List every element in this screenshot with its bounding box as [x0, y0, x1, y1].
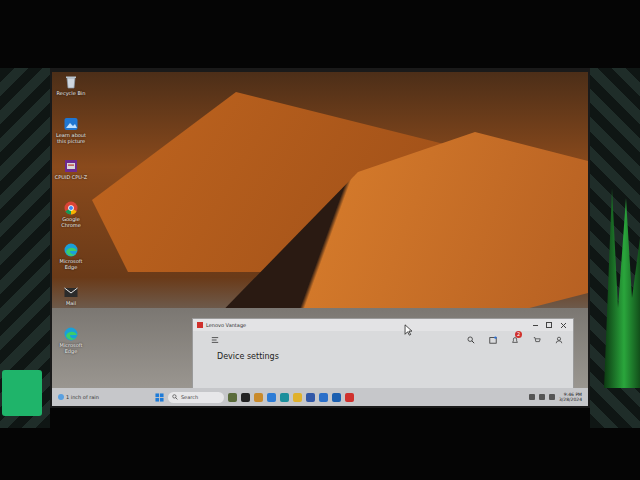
cpuz-icon: [63, 158, 79, 174]
desktop-icon[interactable]: Mail: [54, 284, 88, 322]
rain-icon: [58, 394, 64, 400]
clock[interactable]: 9:46 PM3/28/2024: [559, 392, 582, 403]
page-heading: Device settings: [193, 349, 573, 364]
windows-start-icon[interactable]: [155, 393, 164, 402]
desktop-icon[interactable]: Microsoft Edge: [54, 326, 88, 364]
search-icon[interactable]: [467, 336, 475, 344]
mouse-cursor-icon: [404, 324, 413, 336]
edge-icon: [63, 242, 79, 258]
taskbar-app-icon[interactable]: [345, 393, 354, 402]
desktop-icon[interactable]: Google Chrome: [54, 200, 88, 238]
mail-icon: [63, 284, 79, 300]
search-icon: [172, 394, 178, 400]
taskbar-app-icon[interactable]: [280, 393, 289, 402]
user-icon[interactable]: [555, 336, 563, 344]
taskbar-app-icon[interactable]: [293, 393, 302, 402]
tray-icon[interactable]: [529, 394, 535, 400]
title-bar[interactable]: Lenovo Vantage: [193, 319, 573, 331]
taskbar-app-icon[interactable]: [319, 393, 328, 402]
laptop-screen: Recycle Bin Learn about this picture CPUID…: [50, 68, 590, 408]
taskbar-app-icon[interactable]: [332, 393, 341, 402]
calendar-icon[interactable]: [489, 336, 497, 344]
taskbar-app-icon[interactable]: [267, 393, 276, 402]
taskbar: 1 inch of rain Search 9:46 PM3/28/2024: [52, 388, 588, 406]
battery-icon[interactable]: [549, 394, 555, 400]
taskbar-search[interactable]: Search: [168, 392, 224, 403]
lenovo-logo-icon: [197, 322, 203, 328]
maximize-icon[interactable]: [543, 321, 555, 329]
system-tray: 9:46 PM3/28/2024: [529, 392, 582, 403]
cart-icon[interactable]: [533, 336, 541, 344]
taskbar-app-icon[interactable]: [241, 393, 250, 402]
chrome-icon: [63, 200, 79, 216]
recycle-icon: [63, 74, 79, 90]
edge-icon: [63, 326, 79, 342]
lenovo-vantage-window[interactable]: Lenovo Vantage2 Device settings: [192, 318, 574, 388]
picture-icon: [63, 116, 79, 132]
notification-badge: 2: [515, 331, 522, 338]
taskbar-app-icon[interactable]: [306, 393, 315, 402]
foam-panel: [0, 68, 50, 428]
channel-logo-icon: [2, 370, 42, 416]
desktop-icon[interactable]: CPUID CPU-Z: [54, 158, 88, 196]
menu-icon[interactable]: [211, 336, 219, 344]
photo-frame: Recycle Bin Learn about this picture CPUID…: [0, 0, 640, 480]
toolbar: 2: [193, 331, 573, 349]
minimize-icon[interactable]: [529, 321, 541, 329]
desktop-icon[interactable]: Recycle Bin: [54, 74, 88, 112]
taskbar-app-icon[interactable]: [254, 393, 263, 402]
taskbar-app-icon[interactable]: [228, 393, 237, 402]
desktop-icon[interactable]: Learn about this picture: [54, 116, 88, 154]
weather-widget[interactable]: 1 inch of rain: [58, 394, 99, 400]
wifi-icon[interactable]: [539, 394, 545, 400]
close-icon[interactable]: [557, 321, 569, 329]
desktop-icons: Recycle Bin Learn about this picture CPUID…: [54, 74, 88, 364]
plant-decoration: [590, 68, 640, 428]
desktop: Recycle Bin Learn about this picture CPUID…: [52, 72, 588, 388]
desktop-icon[interactable]: Microsoft Edge: [54, 242, 88, 280]
